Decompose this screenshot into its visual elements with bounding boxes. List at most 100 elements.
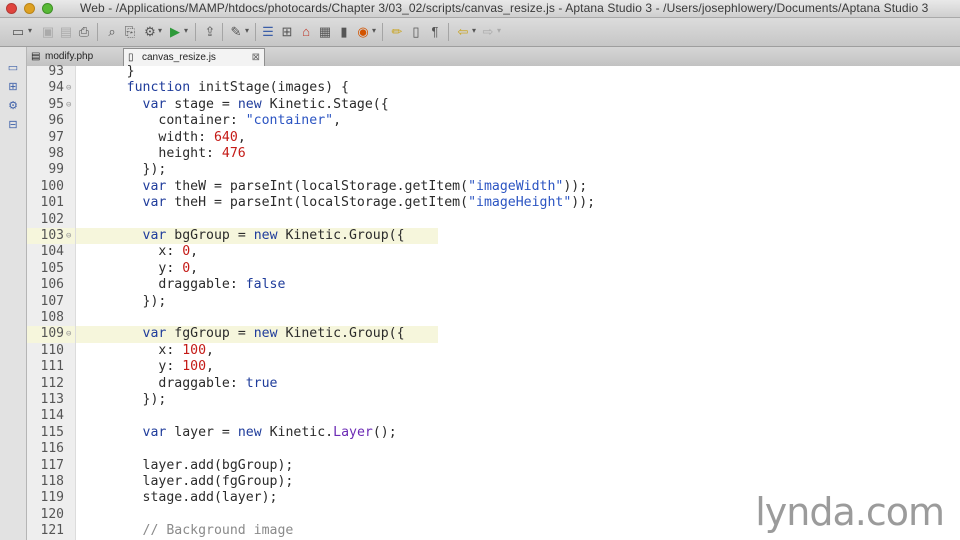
code-text: var bgGroup = new Kinetic.Group({ — [142, 228, 405, 243]
code-editor[interactable]: 93 } 94 ⊖ function initStage(images) {95 ⊖ … — [27, 64, 960, 540]
back-arrow-icon[interactable]: ⇦ — [455, 24, 471, 40]
code-line[interactable]: 104 x: 0, — [27, 244, 960, 260]
outline-icon[interactable]: ☰ — [260, 24, 276, 40]
search-icon[interactable]: ⌕ — [104, 24, 120, 40]
pencil-icon[interactable]: ✏ — [389, 24, 405, 40]
code-text: var stage = new Kinetic.Stage({ — [142, 96, 389, 112]
deploy-icon[interactable]: ⇪ — [202, 24, 218, 40]
code-line[interactable]: 111 y: 100, — [27, 359, 960, 375]
fold-toggle-icon[interactable]: ⊖ — [66, 80, 71, 96]
code-line[interactable]: 115 var layer = new Kinetic.Layer(); — [27, 425, 960, 441]
print-icon[interactable]: ⎙ — [76, 24, 92, 40]
code-text: var layer = new Kinetic.Layer(); — [142, 424, 397, 440]
chevron-down-icon[interactable]: ▾ — [184, 26, 188, 35]
code-text: }); — [79, 392, 167, 407]
code-line[interactable]: 109 ⊖ var fgGroup = new Kinetic.Group({ — [27, 326, 960, 342]
line-number: 98 — [48, 146, 64, 161]
code-line[interactable]: 101 var theH = parseInt(localStorage.get… — [27, 195, 960, 211]
chevron-down-icon[interactable]: ▾ — [28, 26, 32, 35]
forward-arrow-icon[interactable]: ⇨ — [480, 24, 496, 40]
fold-toggle-icon[interactable]: ⊖ — [66, 97, 71, 113]
maximize-window-button[interactable] — [42, 3, 53, 14]
line-number: 119 — [40, 490, 64, 506]
line-number: 111 — [40, 359, 64, 375]
chevron-down-icon[interactable]: ▾ — [158, 26, 162, 35]
code-line[interactable]: 93 } — [27, 64, 960, 80]
code-line[interactable]: 112 draggable: true — [27, 376, 960, 392]
new-file-icon[interactable]: ▭ — [10, 24, 26, 40]
pilcrow-icon[interactable]: ¶ — [427, 24, 443, 40]
terminal-icon[interactable]: ▮ — [336, 24, 352, 40]
toolbar-divider — [222, 23, 223, 41]
line-number: 121 — [40, 523, 64, 539]
tab-label: canvas_resize.js — [142, 52, 216, 63]
home-icon[interactable]: ⌂ — [298, 24, 314, 40]
outline-view-icon[interactable]: ⊞ — [6, 80, 20, 94]
line-number: 94 — [48, 80, 64, 96]
minimize-window-button[interactable] — [24, 3, 35, 14]
line-number: 96 — [48, 113, 64, 129]
chevron-down-icon[interactable]: ▾ — [245, 26, 249, 35]
line-number: 95 — [48, 96, 64, 112]
restore-icon[interactable]: ▭ — [6, 61, 20, 75]
line-number: 93 — [48, 64, 64, 79]
code-line[interactable]: 118 layer.add(fgGroup); — [27, 474, 960, 490]
code-line[interactable]: 99 }); — [27, 162, 960, 178]
line-number: 104 — [40, 244, 64, 260]
code-line[interactable]: 102 — [27, 212, 960, 228]
chevron-down-icon[interactable]: ▾ — [372, 26, 376, 35]
settings-gear-icon[interactable]: ⚙ — [142, 24, 158, 40]
save-icon[interactable]: ▣ — [40, 24, 56, 40]
wand-icon[interactable]: ✎ — [228, 24, 244, 40]
code-line[interactable]: 106 draggable: false — [27, 277, 960, 293]
line-number: 118 — [40, 474, 64, 489]
project-explorer-icon[interactable]: ⚙ — [6, 99, 20, 113]
code-text: draggable: false — [79, 277, 286, 293]
line-number: 102 — [40, 211, 64, 227]
code-line[interactable]: 97 width: 640, — [27, 130, 960, 146]
bookmark-icon[interactable]: ⊟ — [6, 118, 20, 132]
code-line[interactable]: 116 — [27, 441, 960, 457]
code-line[interactable]: 105 y: 0, — [27, 261, 960, 277]
code-line[interactable]: 114 — [27, 408, 960, 424]
code-line[interactable]: 100 var theW = parseInt(localStorage.get… — [27, 179, 960, 195]
line-number: 108 — [40, 310, 64, 325]
fold-toggle-icon[interactable]: ⊖ — [66, 326, 71, 342]
code-text: y: 100, — [79, 359, 214, 375]
publish-icon[interactable]: ⎘ — [122, 24, 138, 40]
code-line[interactable]: 96 container: "container", — [27, 113, 960, 129]
code-text: // Background image — [79, 523, 294, 539]
code-line[interactable]: 113 }); — [27, 392, 960, 408]
code-line[interactable]: 103 ⊖ var bgGroup = new Kinetic.Group({ — [27, 228, 960, 244]
code-text: height: 476 — [79, 146, 246, 161]
code-line[interactable]: 117 layer.add(bgGroup); — [27, 458, 960, 474]
code-text: layer.add(fgGroup); — [79, 474, 294, 489]
code-line[interactable]: 95 ⊖ var stage = new Kinetic.Stage({ — [27, 97, 960, 113]
close-window-button[interactable] — [6, 3, 17, 14]
php-file-icon: ▤ — [31, 51, 41, 62]
line-number: 115 — [40, 424, 64, 440]
save-all-icon[interactable]: ▤ — [58, 24, 74, 40]
line-number: 97 — [48, 129, 64, 145]
code-text: }); — [79, 162, 167, 178]
window-title-bar: Web - /Applications/MAMP/htdocs/photocar… — [0, 0, 960, 18]
code-line[interactable]: 98 height: 476 — [27, 146, 960, 162]
tree-icon[interactable]: ⊞ — [279, 24, 295, 40]
code-line[interactable]: 110 x: 100, — [27, 343, 960, 359]
line-number: 116 — [40, 441, 64, 457]
chevron-down-icon[interactable]: ▾ — [497, 26, 501, 35]
line-number: 99 — [48, 162, 64, 178]
line-number: 103 — [40, 228, 64, 243]
code-line[interactable]: 94 ⊖ function initStage(images) { — [27, 80, 960, 96]
chevron-down-icon[interactable]: ▾ — [472, 26, 476, 35]
run-icon[interactable]: ▶ — [167, 24, 183, 40]
toolbar-divider — [382, 23, 383, 41]
file-icon[interactable]: ▯ — [408, 24, 424, 40]
code-line[interactable]: 108 — [27, 310, 960, 326]
color-wheel-icon[interactable]: ◉ — [355, 24, 371, 40]
code-text: layer.add(bgGroup); — [79, 457, 294, 473]
image-icon[interactable]: ▦ — [317, 24, 333, 40]
code-text: container: "container", — [79, 113, 342, 129]
fold-toggle-icon[interactable]: ⊖ — [66, 228, 71, 244]
code-line[interactable]: 107 }); — [27, 294, 960, 310]
